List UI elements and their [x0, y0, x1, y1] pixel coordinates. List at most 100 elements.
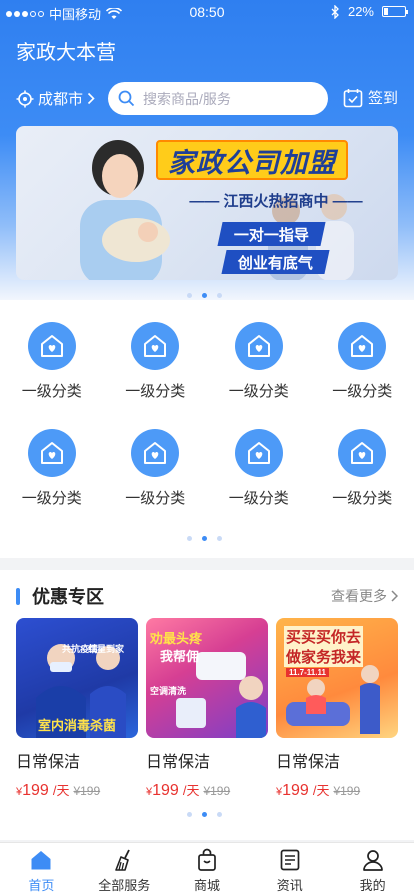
broom-icon [115, 849, 130, 871]
deal-price-row: ¥199/天 ¥199 [276, 780, 398, 800]
city-selector[interactable]: 成都市 [16, 88, 95, 109]
category-label: 一级分类 [332, 490, 393, 507]
tab-label: 资讯 [276, 878, 303, 893]
category-label: 一级分类 [21, 490, 82, 507]
price-unit: /天 [52, 783, 70, 798]
shopping-bag-icon [198, 848, 216, 871]
banner-pager [187, 293, 222, 298]
banner-subtitle: —— 江西火热招商中 —— [189, 193, 363, 210]
category-item[interactable]: 一级分类 [207, 429, 311, 508]
news-icon [280, 849, 300, 871]
pager-dot[interactable] [187, 293, 192, 298]
pager-dot[interactable] [187, 536, 192, 541]
deal-image: 劝最头疼 我帮佣 空调清洗 [146, 618, 268, 738]
category-item[interactable]: 一级分类 [104, 322, 208, 401]
see-more-link[interactable]: 查看更多 [331, 586, 398, 606]
pager-dot[interactable] [217, 812, 222, 817]
original-price: ¥199 [203, 784, 231, 798]
tab-all-services[interactable]: 全部服务 [83, 843, 166, 896]
banner-tag-startup: 创业有底气 [221, 250, 330, 274]
promo-banner[interactable]: 家政公司 加盟 —— 江西火热招商中 —— 一对一指导 创业有底气 [16, 126, 398, 280]
category-grid: 一级分类 一级分类 一级分类 一级分类 一级分类 一级分类 一级分类 一级分类 [0, 322, 414, 508]
tab-label: 我的 [359, 878, 386, 893]
tab-label: 商城 [193, 878, 220, 893]
category-label: 一级分类 [228, 490, 289, 507]
deal-card[interactable]: 劝最头疼 我帮佣 空调清洗 日常保洁 ¥199/天 ¥199 [146, 618, 268, 800]
banner-tag-text: 创业有底气 [238, 254, 314, 272]
category-section: 一级分类 一级分类 一级分类 一级分类 一级分类 一级分类 一级分类 一级分类 [0, 300, 414, 558]
category-label: 一级分类 [21, 383, 82, 400]
search-bar[interactable] [108, 82, 328, 115]
section-accent-bar [16, 587, 20, 605]
deal-card[interactable]: 共抗疫情 红星到家 室内消毒杀菌 日常保洁 ¥199/天 ¥199 [16, 618, 138, 800]
deal-name: 日常保洁 [146, 754, 211, 771]
price-value: 199 [152, 782, 179, 799]
original-price: ¥199 [333, 784, 361, 798]
category-label: 一级分类 [125, 490, 186, 507]
calendar-check-icon [343, 88, 363, 107]
deals-header: 优惠专区 查看更多 [16, 584, 398, 608]
deal-image: 共抗疫情 红星到家 室内消毒杀菌 [16, 618, 138, 738]
home-icon [31, 851, 51, 870]
deal-name: 日常保洁 [16, 754, 81, 771]
home-heart-icon [338, 429, 387, 477]
deal-image-headline: 做家务我来 [284, 646, 364, 667]
deal-image-caption: 11.7-11.11 [286, 668, 329, 677]
banner-title: 家政公司 加盟 [156, 140, 348, 180]
tab-label: 全部服务 [98, 878, 151, 893]
price-unit: /天 [312, 783, 330, 798]
banner-tag-text: 一对一指导 [234, 226, 310, 244]
banner-tag-guidance: 一对一指导 [217, 222, 326, 246]
bottom-tab-bar: 首页 全部服务 商城 资讯 我的 [0, 842, 414, 896]
deal-price-row: ¥199/天 ¥199 [146, 780, 268, 800]
tab-label: 首页 [28, 878, 55, 893]
category-pager [187, 536, 222, 541]
category-label: 一级分类 [125, 383, 186, 400]
banner-title-main: 家政公司 [168, 147, 280, 178]
deal-image-headline: 室内消毒杀菌 [37, 718, 116, 733]
deal-image-caption: 红星到家 [88, 644, 125, 654]
chevron-right-icon [391, 590, 398, 602]
deal-image-caption: 我帮佣 [160, 649, 200, 664]
category-item[interactable]: 一级分类 [311, 322, 414, 401]
bluetooth-icon [331, 4, 339, 19]
battery-percent: 22% [347, 4, 374, 19]
category-item[interactable]: 一级分类 [207, 322, 311, 401]
deals-list: 共抗疫情 红星到家 室内消毒杀菌 日常保洁 ¥199/天 ¥199 劝最头疼 我… [16, 618, 398, 800]
see-more-label: 查看更多 [331, 588, 387, 604]
home-heart-icon [234, 322, 283, 370]
chevron-right-icon [87, 92, 95, 105]
category-item[interactable]: 一级分类 [311, 429, 414, 508]
pager-dot-active[interactable] [202, 536, 207, 541]
search-input[interactable] [143, 90, 313, 107]
home-heart-icon [27, 429, 76, 477]
tab-news[interactable]: 资讯 [248, 843, 331, 896]
locate-icon [16, 90, 34, 107]
tab-home[interactable]: 首页 [0, 843, 83, 896]
pager-dot[interactable] [217, 293, 222, 298]
deal-name: 日常保洁 [276, 754, 341, 771]
pager-dot-active[interactable] [202, 812, 207, 817]
search-icon [118, 90, 135, 107]
home-heart-icon [338, 322, 387, 370]
price-unit: /天 [182, 783, 200, 798]
pager-dot[interactable] [187, 812, 192, 817]
deals-title: 优惠专区 [32, 587, 104, 607]
deal-card[interactable]: 买买买你去 做家务我来 11.7-11.11 日常保洁 ¥199/天 ¥199 [276, 618, 398, 800]
deal-price: ¥199 [276, 782, 309, 800]
signin-label: 签到 [367, 90, 398, 107]
signin-button[interactable]: 签到 [343, 87, 398, 108]
category-item[interactable]: 一级分类 [104, 429, 208, 508]
status-right: 22% [331, 4, 408, 19]
tab-mall[interactable]: 商城 [166, 843, 249, 896]
tab-profile[interactable]: 我的 [331, 843, 414, 896]
category-item[interactable]: 一级分类 [0, 322, 104, 401]
category-label: 一级分类 [228, 383, 289, 400]
category-item[interactable]: 一级分类 [0, 429, 104, 508]
pager-dot-active[interactable] [202, 293, 207, 298]
pager-dot[interactable] [217, 536, 222, 541]
deal-price: ¥199 [146, 782, 179, 800]
home-heart-icon [131, 322, 180, 370]
deal-image-headline: 劝最头疼 [150, 631, 203, 646]
user-icon [362, 850, 383, 871]
